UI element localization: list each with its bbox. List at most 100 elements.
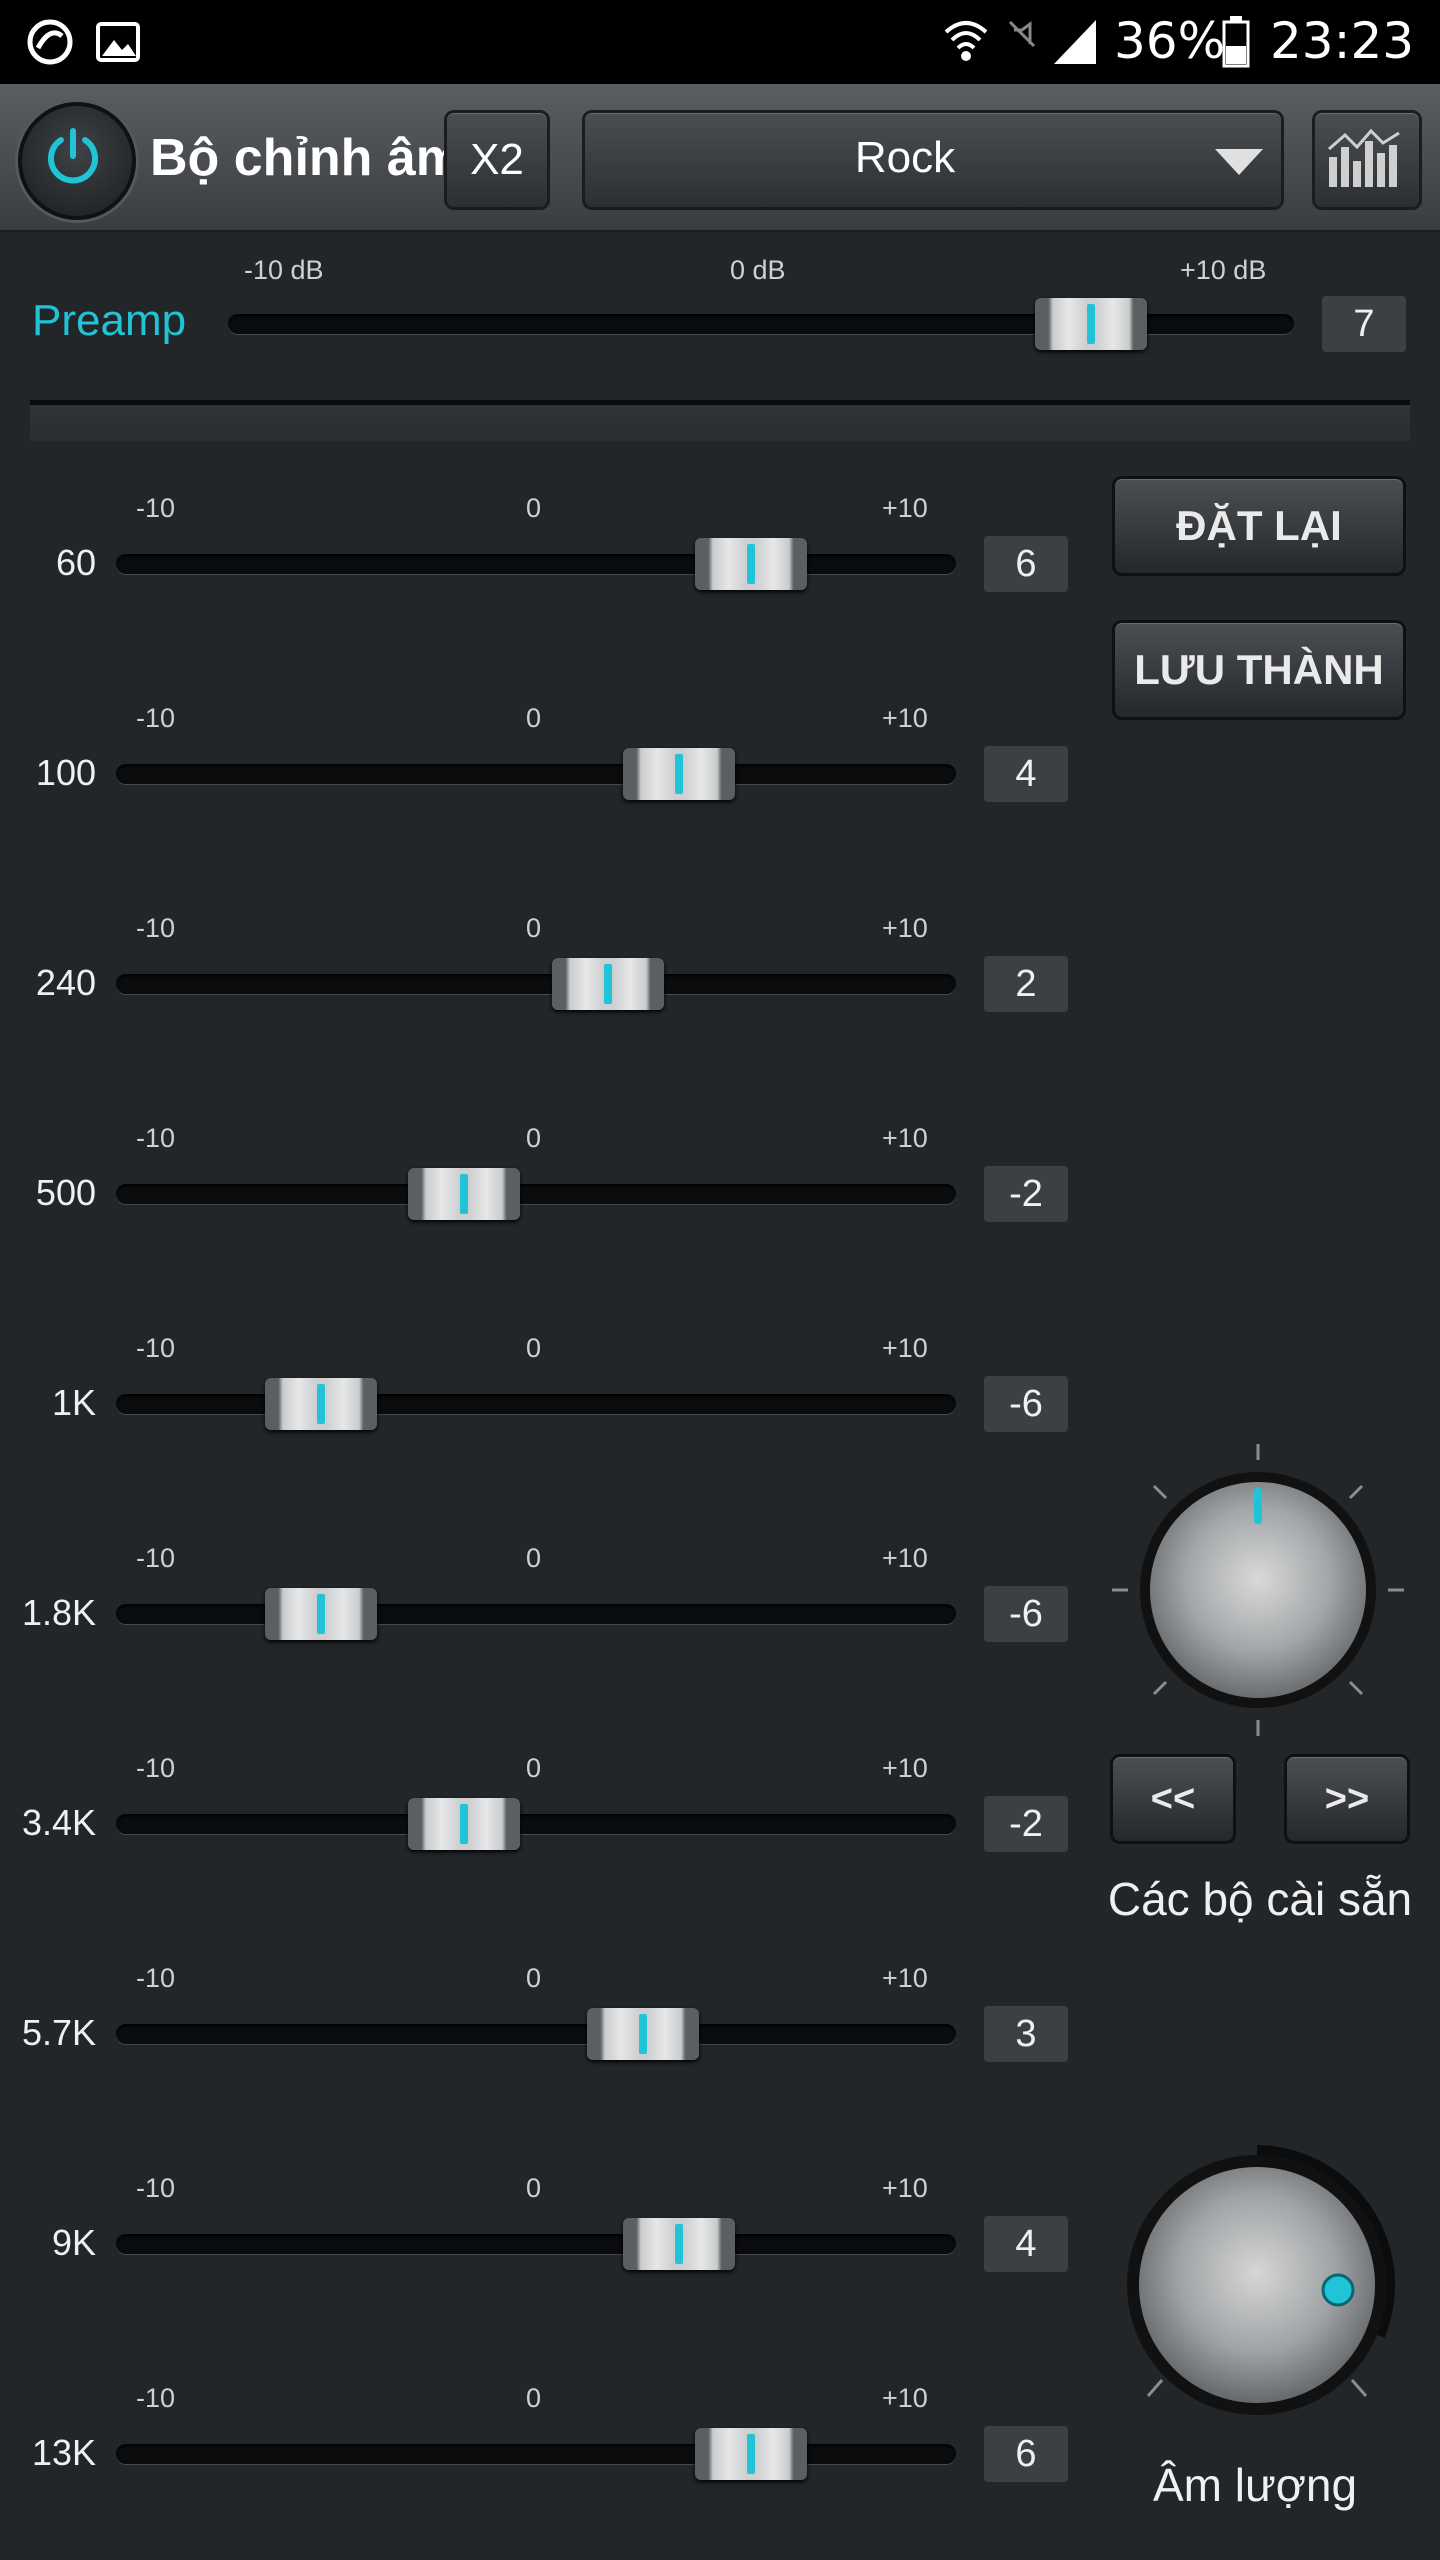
band-frequency-label: 9K [51, 2222, 96, 2263]
band-slider-thumb[interactable] [694, 538, 807, 590]
wifi-icon [944, 21, 988, 61]
band-value: 2 [984, 956, 1068, 1012]
band-tick-mid: 0 [526, 1543, 542, 1573]
band-tick-min: -10 [136, 493, 176, 523]
knob-indicator [1254, 1488, 1262, 1524]
band-frequency-label: 13K [31, 2432, 96, 2473]
band-tick-max: +10 [882, 1963, 928, 1993]
power-icon [48, 128, 98, 184]
band-frequency-label: 240 [35, 962, 96, 1003]
battery-percent: 36% [1114, 12, 1226, 70]
band-slider[interactable] [116, 1604, 956, 1624]
band-tick-mid: 0 [526, 2383, 542, 2413]
status-bar: 36% 23:23 [0, 0, 1440, 84]
chevron-down-icon [1215, 149, 1263, 175]
band-value: 6 [984, 2426, 1068, 2482]
band-tick-min: -10 [136, 2173, 176, 2203]
band-slider-thumb[interactable] [551, 958, 664, 1010]
volume-indicator [1321, 2273, 1355, 2307]
band-tick-max: +10 [882, 1753, 928, 1783]
preamp-slider-thumb[interactable] [1034, 298, 1147, 350]
band-slider-thumb[interactable] [623, 748, 736, 800]
x2-button[interactable]: X2 [444, 110, 550, 210]
band-slider[interactable] [116, 764, 956, 784]
band-value: -2 [984, 1796, 1068, 1852]
band-tick-max: +10 [882, 703, 928, 733]
band-slider[interactable] [116, 1184, 956, 1204]
band-slider[interactable] [116, 554, 956, 574]
band-slider-thumb[interactable] [408, 1798, 521, 1850]
band-value: 4 [984, 2216, 1068, 2272]
preamp-label: Preamp [32, 296, 187, 345]
previous-preset-button[interactable]: << [1110, 1754, 1236, 1844]
band-tick-mid: 0 [526, 1963, 542, 1993]
band-tick-max: +10 [882, 1333, 928, 1363]
spectrum-icon [1328, 128, 1400, 187]
band-slider-thumb[interactable] [623, 2218, 736, 2270]
band-slider-thumb[interactable] [265, 1378, 378, 1430]
band-slider-thumb[interactable] [587, 2008, 700, 2060]
band-slider-thumb[interactable] [694, 2428, 807, 2480]
band-tick-min: -10 [136, 913, 176, 943]
reset-button[interactable]: ĐẶT LẠI [1112, 476, 1406, 576]
band-slider-thumb[interactable] [408, 1168, 521, 1220]
band-value: 3 [984, 2006, 1068, 2062]
band-value: -2 [984, 1166, 1068, 1222]
band-frequency-label: 1K [51, 1382, 96, 1423]
band-tick-max: +10 [882, 2383, 928, 2413]
band-frequency-label: 100 [35, 752, 96, 793]
band-slider[interactable] [116, 2024, 956, 2044]
page-title: Bộ chỉnh âm [150, 129, 463, 187]
band-tick-min: -10 [136, 1333, 176, 1363]
presets-caption: Các bộ cài sẵn [1107, 1873, 1413, 1925]
divider [30, 400, 1410, 441]
mute-icon [1008, 20, 1036, 48]
band-value: -6 [984, 1586, 1068, 1642]
band-tick-mid: 0 [526, 703, 542, 733]
band-slider[interactable] [116, 1394, 956, 1414]
band-frequency-label: 500 [35, 1172, 96, 1213]
preamp-value: 7 [1322, 296, 1406, 352]
band-tick-min: -10 [136, 1963, 176, 1993]
battery-icon [1222, 16, 1250, 68]
band-value: 4 [984, 746, 1068, 802]
band-tick-mid: 0 [526, 493, 542, 523]
band-tick-min: -10 [136, 2383, 176, 2413]
next-preset-button[interactable]: >> [1284, 1754, 1410, 1844]
band-slider[interactable] [116, 974, 956, 994]
band-slider[interactable] [116, 1814, 956, 1834]
preamp-tick-min: -10 dB [244, 255, 324, 285]
band-tick-min: -10 [136, 1123, 176, 1153]
band-tick-mid: 0 [526, 1753, 542, 1783]
band-tick-mid: 0 [526, 1123, 542, 1153]
band-frequency-label: 3.4K [21, 1802, 96, 1843]
band-tick-max: +10 [882, 1543, 928, 1573]
band-tick-mid: 0 [526, 2173, 542, 2203]
band-slider-thumb[interactable] [265, 1588, 378, 1640]
app-notification-icon [27, 19, 73, 65]
save-as-button[interactable]: LƯU THÀNH [1112, 620, 1406, 720]
visualizer-button[interactable] [1312, 110, 1422, 210]
band-frequency-label: 60 [55, 542, 96, 583]
presets-knob[interactable] [1108, 1440, 1408, 1740]
band-frequency-label: 1.8K [21, 1592, 96, 1633]
preset-selected-value: Rock [854, 133, 956, 182]
band-tick-min: -10 [136, 703, 176, 733]
band-tick-mid: 0 [526, 1333, 542, 1363]
band-tick-max: +10 [882, 913, 928, 943]
band-value: -6 [984, 1376, 1068, 1432]
band-slider[interactable] [116, 2234, 956, 2254]
band-value: 6 [984, 536, 1068, 592]
volume-knob[interactable] [1112, 2140, 1402, 2430]
band-slider[interactable] [116, 2444, 956, 2464]
band-tick-min: -10 [136, 1753, 176, 1783]
preset-dropdown[interactable]: Rock [582, 110, 1284, 210]
band-tick-max: +10 [882, 493, 928, 523]
band-frequency-label: 5.7K [21, 2012, 96, 2053]
signal-icon [1054, 20, 1096, 64]
preamp-tick-max: +10 dB [1180, 255, 1267, 285]
band-tick-max: +10 [882, 2173, 928, 2203]
band-tick-min: -10 [136, 1543, 176, 1573]
power-button[interactable] [18, 102, 136, 220]
band-tick-mid: 0 [526, 913, 542, 943]
